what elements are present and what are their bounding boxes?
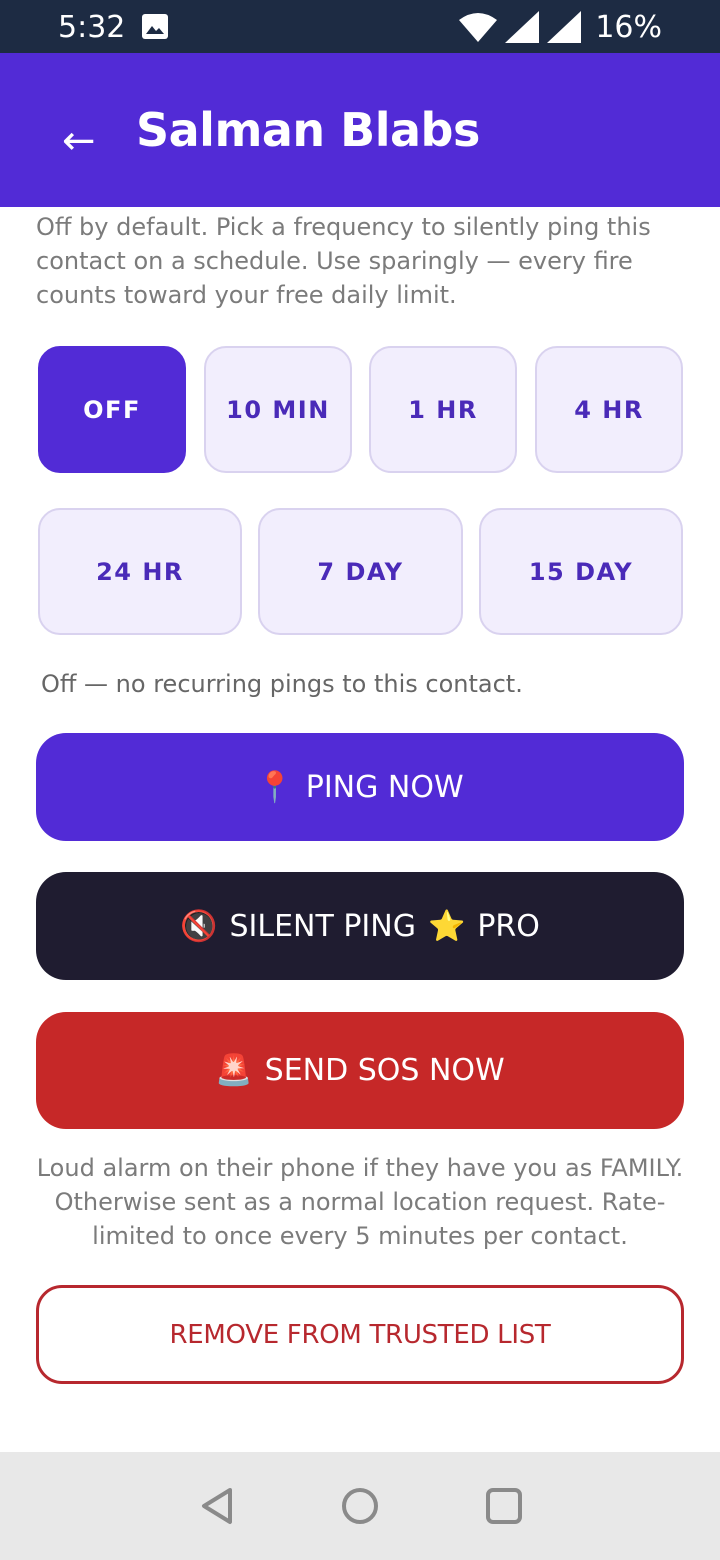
pin-icon: 📍 — [256, 769, 294, 805]
frequency-option-7-day[interactable]: 7 DAY — [258, 508, 463, 635]
status-time: 5:32 — [58, 10, 126, 45]
frequency-status: Off — no recurring pings to this contact… — [41, 670, 523, 698]
frequency-option-1-hr[interactable]: 1 HR — [369, 346, 517, 473]
schedule-description: Off by default. Pick a frequency to sile… — [36, 213, 651, 309]
status-bar: 5:32 16% — [0, 0, 720, 53]
signal-icon — [505, 11, 540, 43]
frequency-option-off[interactable]: OFF — [38, 346, 186, 473]
frequency-option-15-day[interactable]: 15 DAY — [479, 508, 683, 635]
recents-nav-icon[interactable] — [482, 1484, 526, 1528]
send-sos-button[interactable]: 🚨 SEND SOS NOW — [36, 1012, 684, 1129]
wifi-icon — [459, 13, 498, 42]
battery-percent: 16% — [595, 9, 662, 45]
sos-note: Loud alarm on their phone if they have y… — [36, 1154, 684, 1250]
siren-icon: 🚨 — [215, 1053, 253, 1088]
ping-now-button[interactable]: 📍 PING NOW — [36, 733, 684, 841]
frequency-option-4-hr[interactable]: 4 HR — [535, 346, 683, 473]
send-sos-label: SEND SOS NOW — [264, 1053, 505, 1088]
pro-badge: PRO — [477, 908, 540, 944]
signal-icon — [547, 11, 582, 43]
silent-ping-button[interactable]: 🔇 SILENT PING ⭐ PRO — [36, 872, 684, 980]
status-right-icons: 16% — [459, 9, 662, 45]
frequency-option-24-hr[interactable]: 24 HR — [38, 508, 242, 635]
ping-now-label: PING NOW — [305, 769, 464, 805]
remove-from-trusted-list-button[interactable]: REMOVE FROM TRUSTED LIST — [36, 1285, 684, 1384]
app-bar: ← Salman Blabs — [0, 53, 720, 207]
home-nav-icon[interactable] — [338, 1484, 382, 1528]
star-icon: ⭐ — [427, 908, 466, 944]
muted-speaker-icon: 🔇 — [180, 908, 218, 944]
silent-ping-label: SILENT PING — [229, 908, 416, 944]
frequency-option-10-min[interactable]: 10 MIN — [204, 346, 352, 473]
back-nav-icon[interactable] — [196, 1484, 240, 1528]
image-icon — [142, 14, 168, 39]
page-title: Salman Blabs — [136, 103, 480, 157]
system-nav-bar — [0, 1452, 720, 1560]
back-arrow-icon[interactable]: ← — [62, 121, 96, 161]
